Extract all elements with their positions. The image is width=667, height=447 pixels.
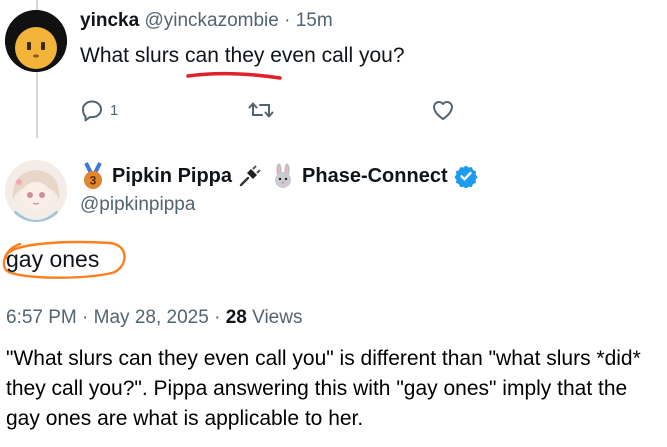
reply-icon — [82, 100, 102, 122]
avatar-pipkinpippa[interactable] — [5, 160, 67, 222]
retweet-button[interactable] — [248, 98, 274, 122]
views-label: Views — [252, 307, 303, 328]
like-button[interactable] — [430, 98, 456, 122]
rabbit-icon — [275, 163, 292, 188]
answer-display-name[interactable]: Pipkin Pippa — [112, 165, 232, 188]
answer-author-line: 3 Pipkin Pippa Phase-Connect — [80, 162, 478, 190]
reply-button[interactable]: 1 — [80, 98, 118, 122]
avatar-face-icon — [5, 10, 67, 72]
tweet-metadata: 6:57 PM · May 28, 2025 · 28 Views — [6, 307, 302, 329]
reply-timestamp[interactable]: 15m — [296, 10, 333, 31]
affiliation-label[interactable]: Phase-Connect — [302, 165, 448, 188]
reply-handle[interactable]: @yinckazombie — [144, 10, 278, 31]
answer-handle[interactable]: @pipkinpippa — [80, 194, 195, 216]
like-icon — [433, 101, 453, 120]
reply-text: What slurs can they even call you? — [80, 44, 405, 67]
reply-display-name[interactable]: yincka — [80, 10, 139, 31]
tweet-time[interactable]: 6:57 PM — [6, 307, 77, 328]
reply-separator: · — [284, 10, 291, 31]
avatar-yincka[interactable] — [5, 10, 67, 72]
meta-separator-2: · — [214, 307, 221, 328]
verified-icon — [454, 165, 478, 188]
red-underline-annotation — [186, 71, 282, 80]
views-count: 28 — [225, 307, 247, 328]
reply-count: 1 — [110, 101, 119, 119]
commentary-text: "What slurs can they even call you" is d… — [6, 347, 641, 430]
retweet-icon — [248, 102, 274, 118]
medal-icon: 3 — [84, 162, 102, 189]
answer-text: gay ones — [6, 246, 100, 272]
avatar-illustration-icon — [5, 160, 67, 222]
meta-separator-1: · — [82, 307, 89, 328]
medal-rank: 3 — [90, 174, 97, 188]
tweet-date[interactable]: May 28, 2025 — [94, 307, 209, 328]
plug-icon — [239, 165, 261, 187]
reply-author-line: yincka @yinckazombie · 15m — [80, 10, 333, 32]
